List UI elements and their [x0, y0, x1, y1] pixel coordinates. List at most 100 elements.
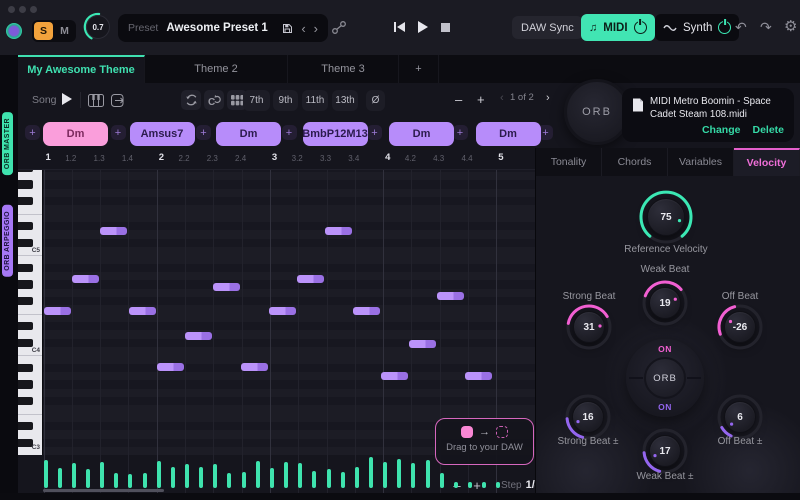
daw-sync-button[interactable]: DAW Sync [512, 16, 583, 39]
undo-icon[interactable]: ↶ [735, 20, 747, 34]
link-nodes-icon[interactable] [331, 20, 347, 35]
bars-decrease-button[interactable]: – [455, 92, 462, 107]
black-key[interactable] [18, 222, 33, 230]
velocity-bar[interactable] [72, 463, 76, 488]
delete-file-link[interactable]: Delete [752, 124, 784, 136]
velocity-bar[interactable] [143, 473, 147, 488]
velocity-bar[interactable] [383, 462, 387, 488]
orb-xy-pad[interactable]: ON ORB ON [626, 339, 704, 417]
black-key[interactable] [18, 180, 33, 188]
timeline-ruler[interactable]: 123451.21.31.42.22.32.43.23.33.44.24.34.… [18, 148, 535, 170]
midi-note[interactable] [437, 292, 464, 300]
chord-pill-bmbp12m13[interactable]: BmbP12M13 [303, 122, 368, 146]
extension-9th-button[interactable]: 9th [273, 90, 298, 111]
preset-prev-icon[interactable]: ‹ [301, 22, 305, 35]
gain-knob[interactable]: 0.7 [83, 12, 113, 42]
black-key[interactable] [18, 239, 33, 247]
black-key[interactable] [18, 297, 33, 305]
velocity-bar[interactable] [327, 469, 331, 488]
velocity-bar[interactable] [86, 469, 90, 488]
extension-11th-button[interactable]: 11th [302, 90, 328, 111]
change-file-link[interactable]: Change [702, 124, 741, 136]
velocity-bar[interactable] [454, 482, 458, 488]
midi-note[interactable] [129, 307, 156, 315]
knob-off[interactable]: -26 [715, 302, 765, 352]
midi-note[interactable] [100, 227, 127, 235]
solo-button[interactable]: S [34, 22, 53, 40]
midi-note[interactable] [381, 372, 408, 380]
piano-icon[interactable] [88, 94, 104, 107]
velocity-bar[interactable] [298, 463, 302, 488]
velocity-bar[interactable] [369, 457, 373, 488]
orb-pad-button[interactable]: ORB [644, 357, 686, 399]
preset-selector[interactable]: Preset Awesome Preset 1 ‹ › [118, 14, 328, 42]
chord-pill-amsus7[interactable]: Amsus7 [130, 122, 195, 146]
page-prev-icon[interactable]: ‹ [500, 92, 504, 104]
midi-toggle[interactable]: ♫ MIDI [581, 14, 655, 41]
mute-button[interactable]: M [55, 22, 74, 40]
regenerate-icon[interactable] [181, 90, 201, 110]
velocity-bar[interactable] [341, 472, 345, 488]
chord-pill-dm[interactable]: Dm [216, 122, 281, 146]
tab-variables[interactable]: Variables [668, 148, 734, 176]
midi-note[interactable] [185, 332, 212, 340]
knob-strong[interactable]: 31 [564, 302, 614, 352]
velocity-bar[interactable] [440, 473, 444, 488]
velocity-bar[interactable] [397, 459, 401, 488]
velocity-bar[interactable] [44, 460, 48, 488]
velocity-bar[interactable] [58, 468, 62, 488]
stop-button[interactable] [441, 23, 450, 32]
midi-note[interactable] [409, 340, 436, 348]
velocity-bar[interactable] [171, 467, 175, 488]
black-key[interactable] [18, 280, 33, 288]
add-chord-button[interactable]: + [111, 125, 126, 140]
synth-toggle[interactable]: Synth [655, 14, 739, 41]
pad-on-top-label[interactable]: ON [626, 344, 704, 354]
midi-note[interactable] [353, 307, 380, 315]
black-key[interactable] [18, 322, 33, 330]
velocity-bar[interactable] [468, 482, 472, 488]
theme-tab-2[interactable]: Theme 2 [145, 55, 288, 83]
add-chord-button[interactable]: + [282, 125, 297, 140]
sidebar-item-orb-arpeggio[interactable]: ORB ARPEGGIO [2, 205, 13, 277]
chord-regenerate-icon[interactable]: C [204, 90, 224, 110]
window-zoom-button[interactable] [30, 6, 37, 13]
black-key[interactable] [18, 397, 33, 405]
drag-to-daw-widget[interactable]: → Drag to your DAW [435, 418, 534, 465]
horizontal-scrollbar[interactable] [43, 489, 164, 492]
tab-chords[interactable]: Chords [602, 148, 668, 176]
window-close-button[interactable] [8, 6, 15, 13]
black-key[interactable] [18, 170, 33, 172]
chord-pill-dm[interactable]: Dm [43, 122, 108, 146]
velocity-bar[interactable] [100, 462, 104, 488]
knob-off-var[interactable]: 6 [715, 392, 765, 442]
velocity-bar[interactable] [114, 473, 118, 488]
velocity-bar[interactable] [482, 482, 486, 488]
tab-tonality[interactable]: Tonality [536, 148, 602, 176]
velocity-bar[interactable] [411, 463, 415, 488]
chord-pill-dm[interactable]: Dm [389, 122, 454, 146]
window-minimize-button[interactable] [19, 6, 26, 13]
sidebar-item-orb-master[interactable]: ORB MASTER [2, 112, 13, 175]
velocity-bar[interactable] [355, 467, 359, 488]
velocity-bar[interactable] [128, 474, 132, 488]
velocity-bar[interactable] [213, 464, 217, 488]
page-next-icon[interactable]: › [546, 92, 550, 104]
midi-note[interactable] [269, 307, 296, 315]
theme-tab-1[interactable]: My Awesome Theme [18, 55, 145, 83]
preset-next-icon[interactable]: › [314, 22, 318, 35]
midi-power-icon[interactable] [634, 21, 647, 34]
midi-note[interactable] [72, 275, 99, 283]
black-key[interactable] [18, 339, 33, 347]
velocity-bar[interactable] [312, 471, 316, 488]
midi-note[interactable] [325, 227, 352, 235]
extension-7th-button[interactable]: 7th [243, 90, 270, 111]
black-key[interactable] [18, 422, 33, 430]
velocity-bar[interactable] [270, 468, 274, 488]
knob-weak-var[interactable]: 17 [640, 426, 690, 476]
add-chord-button[interactable]: + [196, 125, 211, 140]
velocity-bar[interactable] [256, 461, 260, 488]
extension-none-button[interactable]: Ø [366, 90, 385, 111]
save-icon[interactable] [282, 23, 293, 34]
tab-velocity[interactable]: Velocity [734, 148, 800, 176]
